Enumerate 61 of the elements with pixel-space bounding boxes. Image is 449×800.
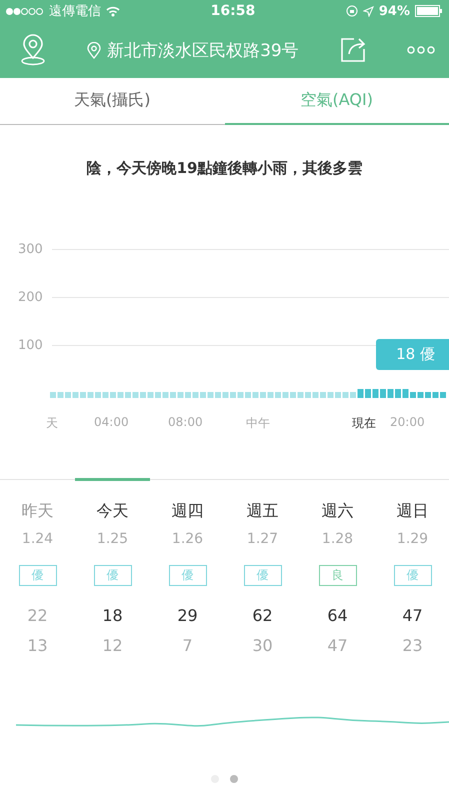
day-date: 1.28 [322,531,354,549]
low-value: 13 [27,636,48,655]
day-name: 週四 [172,501,204,522]
day-column[interactable]: 週六 1.28 良 64 47 [300,478,375,655]
lock-rotation-icon [346,5,358,17]
high-value: 29 [177,606,198,627]
location-arrow-icon [362,6,374,16]
share-icon[interactable] [340,37,366,63]
day-date: 1.27 [246,531,278,549]
weather-summary: 陰，今天傍晚19點鐘後轉小雨，其後多雲 [86,159,364,179]
high-value: 62 [252,606,273,627]
day-date: 1.24 [22,531,54,549]
time-label: 08:00 [168,415,203,429]
high-value: 47 [402,606,423,627]
map-pin-icon[interactable] [20,34,46,66]
location-title: 新北市淡水区民权路39号 [107,40,299,62]
aqi-badge: 良 [318,565,356,586]
signal-icon [6,8,44,14]
low-value: 23 [402,636,423,655]
battery-icon [414,5,443,17]
low-value: 47 [327,636,348,655]
day-column[interactable]: 週四 1.26 優 29 7 [150,478,225,655]
low-value: 12 [102,636,123,655]
aqi-badge: 優 [244,565,282,586]
low-value: 30 [252,636,273,655]
low-value: 7 [182,636,193,655]
more-icon[interactable] [406,46,435,54]
day-name: 週五 [246,501,278,522]
time-label: 20:00 [390,415,425,429]
time-label: 中午 [246,415,270,432]
high-value: 22 [27,606,48,627]
day-name: 週日 [396,501,428,522]
aqi-badge: 優 [168,565,206,586]
day-column[interactable]: 週日 1.29 優 47 23 [375,478,449,655]
day-date: 1.25 [96,531,128,549]
time-label: 04:00 [94,415,129,429]
time-label: 天 [46,415,58,432]
wifi-icon [106,6,120,16]
aqi-badge: 優 [18,565,56,586]
day-name: 週六 [322,501,354,522]
day-date: 1.26 [172,531,204,549]
day-column[interactable]: 今天 1.25 優 18 12 [75,478,150,655]
day-name: 昨天 [22,501,54,522]
high-value: 64 [327,606,348,627]
aqi-badge: 優 [94,565,132,586]
day-column[interactable]: 週五 1.27 優 62 30 [225,478,300,655]
aqi-callout: 18 優 [376,339,449,370]
tab[interactable]: 天氣(攝氏) [0,78,224,125]
aqi-badge: 優 [394,565,432,586]
day-date: 1.29 [396,531,428,549]
battery-percent: 94% [378,4,410,18]
axis-label: 200 [18,290,44,304]
page-dot[interactable] [230,775,238,783]
time-label: 現在 [352,415,376,432]
axis-label: 100 [18,338,44,352]
carrier-name: 遠傳電信 [49,3,101,20]
day-name: 今天 [96,501,128,522]
location-icon [87,42,102,58]
high-value: 18 [102,606,123,627]
axis-label: 300 [18,242,44,256]
clock-time: 16:58 [210,3,256,19]
